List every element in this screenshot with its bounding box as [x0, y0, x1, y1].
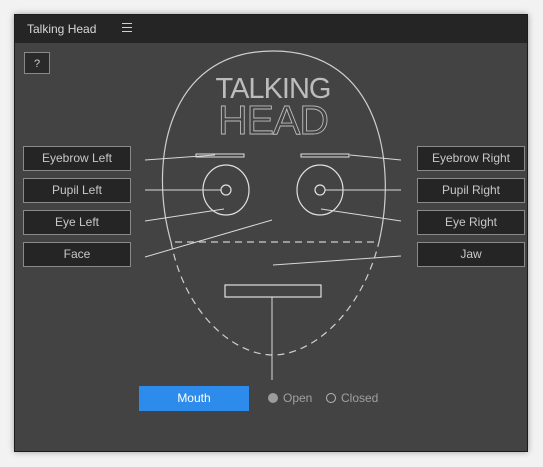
radio-selected-icon [268, 393, 278, 403]
talking-head-panel: Talking Head ? TALKING HEAD Eyebrow Left… [14, 14, 528, 452]
radio-unselected-icon [326, 393, 336, 403]
mouth-closed-label: Closed [341, 391, 379, 405]
logo-head: HEAD [218, 97, 328, 143]
leader-face [144, 219, 273, 258]
eye-right-button[interactable]: Eye Right [417, 210, 525, 235]
eyebrow-left-button[interactable]: Eyebrow Left [23, 146, 131, 171]
pupil-right-button[interactable]: Pupil Right [417, 178, 525, 203]
eyebrow-right-button[interactable]: Eyebrow Right [417, 146, 525, 171]
mouth-closed-radio[interactable]: Closed [326, 390, 378, 406]
jaw-button[interactable]: Jaw [417, 242, 525, 267]
leader-eye-left [144, 208, 225, 222]
mouth-open-label: Open [283, 391, 313, 405]
mouth-open-radio[interactable]: Open [268, 390, 312, 406]
pupil-left-shape [220, 184, 232, 196]
eye-left-button[interactable]: Eye Left [23, 210, 131, 235]
pupil-right-shape [314, 184, 326, 196]
mouth-shape [224, 284, 322, 298]
eyebrow-right-shape [300, 153, 350, 158]
leader-eye-right [320, 208, 402, 222]
face-button[interactable]: Face [23, 242, 131, 267]
mouth-button[interactable]: Mouth [139, 386, 249, 411]
leader-jaw [272, 255, 402, 266]
jaw-outline [170, 241, 380, 356]
leader-eyebrow-right [349, 154, 402, 161]
pupil-left-button[interactable]: Pupil Left [23, 178, 131, 203]
